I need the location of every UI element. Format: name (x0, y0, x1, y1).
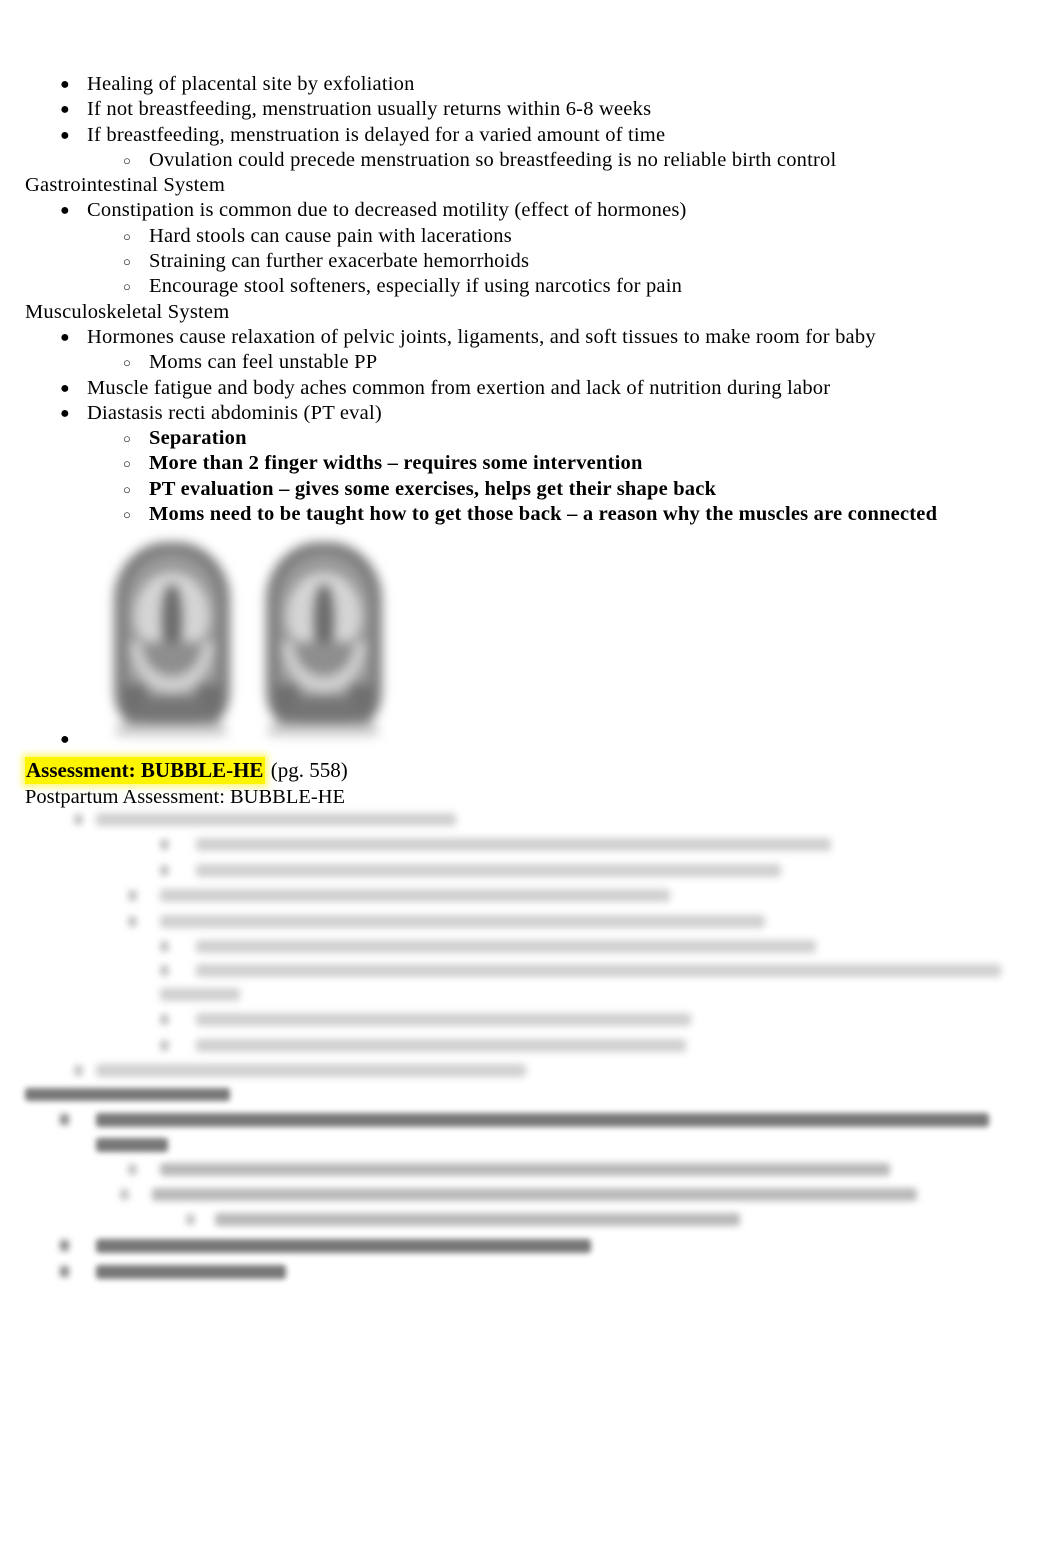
list-item-text: Constipation is common due to decreased … (87, 199, 687, 222)
list-item-text: Diastasis recti abdominis (PT eval) (87, 401, 382, 424)
obscured-text-line (96, 1113, 989, 1127)
filled-bullet-icon: ● (60, 404, 70, 422)
section-heading-musculoskeletal: Musculoskeletal System (25, 300, 230, 323)
document-page: ● Healing of placental site by exfoliati… (0, 0, 1062, 1556)
filled-bullet-icon: ● (60, 126, 70, 144)
obscured-text-line (160, 1163, 890, 1176)
list-item-text: Hormones cause relaxation of pelvic join… (87, 325, 876, 348)
obscured-text-line (196, 964, 1001, 977)
list-item-text: Hard stools can cause pain with lacerati… (149, 224, 512, 247)
obscured-text-line (96, 1064, 526, 1077)
hollow-bullet-icon: ○ (123, 431, 132, 447)
obscured-text-line (96, 1239, 591, 1253)
filled-bullet-icon: ● (60, 202, 70, 220)
list-item-text: More than 2 finger widths – requires som… (149, 452, 643, 475)
diastasis-recti-figure (108, 538, 393, 743)
assessment-heading: Assessment: BUBBLE-HE (pg. 558) (25, 757, 348, 784)
list-item: ○ Encourage stool softeners, especially … (0, 274, 1062, 299)
obscured-text-line (160, 988, 240, 1001)
filled-bullet-icon: ● (60, 328, 70, 346)
obscured-bullet-marker (160, 941, 169, 952)
obscured-text-line (96, 1265, 286, 1279)
obscured-text-line (196, 1039, 686, 1052)
obscured-bullet-marker (74, 1065, 83, 1076)
list-item: ○ Moms can feel unstable PP (0, 350, 1062, 375)
obscured-text-line (196, 864, 781, 877)
list-item: ○ PT evaluation – gives some exercises, … (0, 477, 1062, 502)
hollow-bullet-icon: ○ (123, 228, 132, 244)
list-item: ● Muscle fatigue and body aches common f… (0, 376, 1062, 401)
list-item: ● Healing of placental site by exfoliati… (0, 72, 1062, 97)
obscured-bullet-marker (160, 839, 169, 850)
abdomen-illustration-right (260, 538, 388, 738)
list-item: ● Constipation is common due to decrease… (0, 198, 1062, 223)
obscured-bullet-marker (74, 814, 83, 825)
outline-content: ● Healing of placental site by exfoliati… (0, 0, 1062, 527)
list-item-text: Moms need to be taught how to get those … (149, 503, 938, 526)
list-item-text: If breastfeeding, menstruation is delaye… (87, 123, 666, 146)
list-item: ● If breastfeeding, menstruation is dela… (0, 123, 1062, 148)
obscured-text-line (196, 1013, 691, 1026)
filled-bullet-icon: ● (60, 101, 70, 119)
obscured-text-line (160, 889, 670, 902)
filled-bullet-icon: ● (60, 379, 70, 397)
figure-caption-blurred (116, 724, 226, 736)
list-item-text: Encourage stool softeners, especially if… (149, 275, 683, 298)
obscured-bullet-marker (128, 916, 137, 927)
list-item: ○ Separation (0, 426, 1062, 451)
assessment-heading-page-ref: (pg. 558) (265, 758, 348, 782)
list-item-text: Moms can feel unstable PP (149, 351, 378, 374)
list-item: ○ Moms need to be taught how to get thos… (0, 502, 1062, 527)
obscured-text-line (196, 838, 831, 851)
list-item-text: Straining can further exacerbate hemorrh… (149, 250, 530, 273)
hollow-bullet-icon: ○ (123, 481, 132, 497)
obscured-bullet-marker (160, 865, 169, 876)
hollow-bullet-icon: ○ (123, 254, 132, 270)
list-item-text: Ovulation could precede menstruation so … (149, 148, 837, 171)
obscured-bullet-marker (60, 1266, 69, 1277)
obscured-bullet-marker (186, 1214, 195, 1225)
list-item: ● If not breastfeeding, menstruation usu… (0, 97, 1062, 122)
obscured-bullet-marker (128, 890, 137, 901)
obscured-text-line (25, 1088, 230, 1101)
obscured-text-line (215, 1213, 740, 1226)
obscured-bullet-marker (160, 1040, 169, 1051)
hollow-bullet-icon: ○ (123, 279, 132, 295)
obscured-text-line (152, 1188, 917, 1201)
assessment-heading-highlight: Assessment: BUBBLE-HE (25, 757, 266, 784)
obscured-bullet-marker (60, 1240, 69, 1251)
obscured-bullet-marker (60, 1114, 69, 1125)
obscured-text-line (160, 915, 765, 928)
hollow-bullet-icon: ○ (123, 355, 132, 371)
filled-bullet-icon: ● (60, 731, 70, 748)
list-item: ● Diastasis recti abdominis (PT eval) (0, 401, 1062, 426)
figure-caption-blurred (268, 724, 378, 736)
list-item: ○ Straining can further exacerbate hemor… (0, 249, 1062, 274)
obscured-bullet-marker (160, 1014, 169, 1025)
list-item: ○ More than 2 finger widths – requires s… (0, 451, 1062, 476)
obscured-text-line (96, 813, 456, 826)
filled-bullet-icon: ● (60, 76, 70, 93)
list-item-text: If not breastfeeding, menstruation usual… (87, 98, 652, 121)
list-item-text: Healing of placental site by exfoliation (87, 73, 415, 95)
list-item: ● Hormones cause relaxation of pelvic jo… (0, 325, 1062, 350)
obscured-text-line (196, 940, 816, 953)
list-item-text: Muscle fatigue and body aches common fro… (87, 376, 831, 399)
hollow-bullet-icon: ○ (123, 152, 132, 168)
obscured-bullet-marker (120, 1189, 129, 1200)
abdomen-illustration-left (108, 538, 236, 738)
hollow-bullet-icon: ○ (123, 507, 132, 523)
obscured-bullet-marker (160, 965, 169, 976)
hollow-bullet-icon: ○ (123, 456, 132, 472)
section-heading-gastrointestinal: Gastrointestinal System (25, 174, 226, 197)
list-item: ○ Hard stools can cause pain with lacera… (0, 224, 1062, 249)
obscured-bullet-marker (128, 1164, 137, 1175)
list-item: ○ Ovulation could precede menstruation s… (0, 148, 1062, 173)
assessment-subheading: Postpartum Assessment: BUBBLE-HE (25, 786, 346, 808)
list-item-text: PT evaluation – gives some exercises, he… (149, 477, 717, 500)
obscured-text-line (96, 1138, 168, 1152)
